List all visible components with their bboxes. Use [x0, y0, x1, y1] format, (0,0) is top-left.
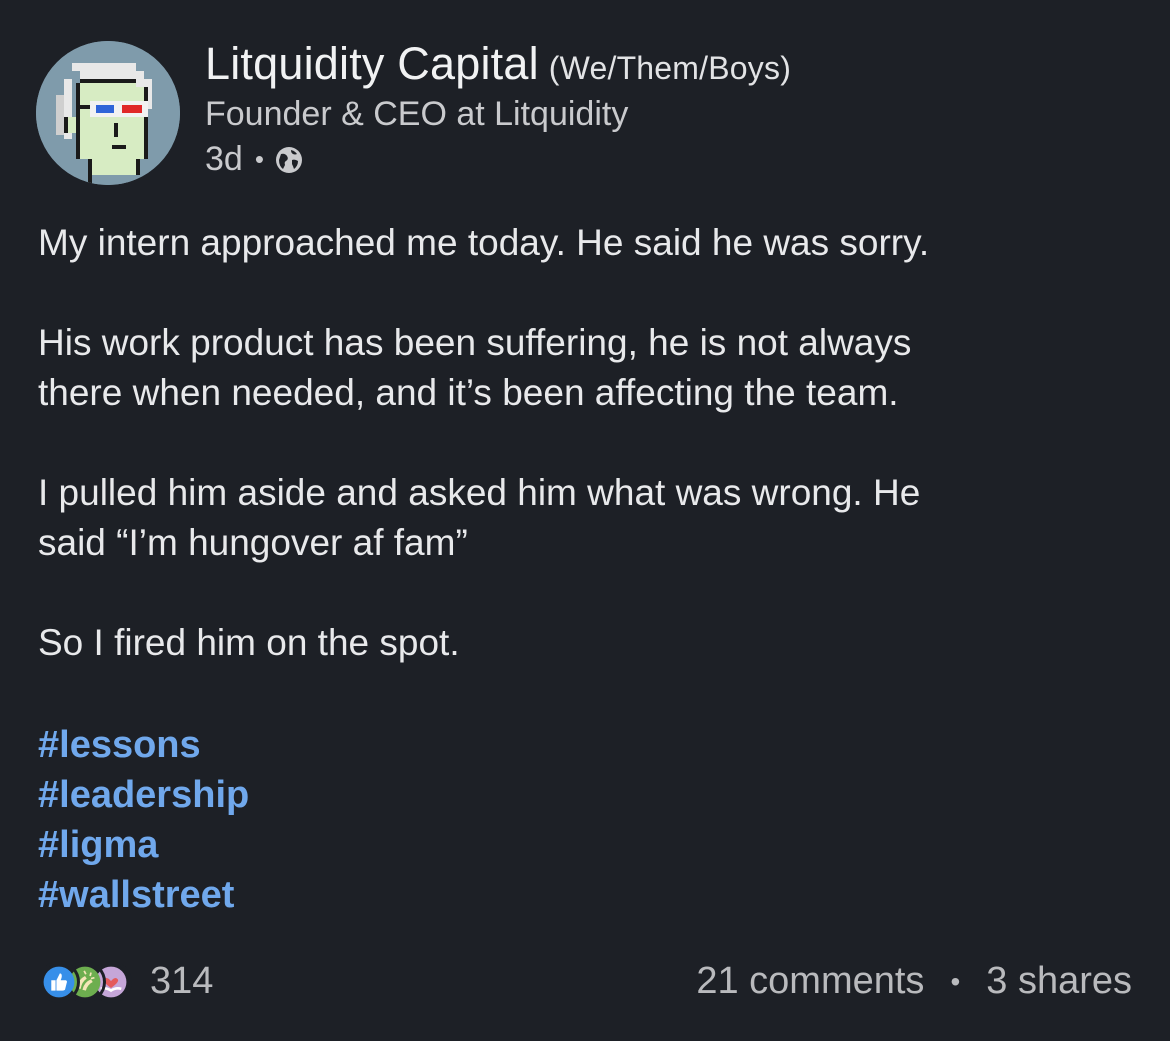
post-paragraph: I pulled him aside and asked him what wa… [38, 472, 921, 563]
feed-post: Litquidity Capital (We/Them/Boys) Founder… [0, 0, 1170, 1041]
hashtag-list: #lessons #leadership #ligma #wallstreet [38, 720, 249, 920]
hashtag-link[interactable]: #lessons [38, 720, 249, 770]
author-name[interactable]: Litquidity Capital [205, 38, 539, 89]
post-paragraph: My intern approached me today. He said h… [38, 222, 930, 263]
globe-icon [275, 146, 302, 173]
social-separator: • [950, 965, 961, 997]
author-name-line[interactable]: Litquidity Capital (We/Them/Boys) [205, 38, 791, 90]
post-meta: 3d • [205, 140, 304, 179]
social-counts: 21 comments • 3 shares [696, 960, 1132, 1003]
like-icon [38, 960, 80, 1003]
post-time: 3d [205, 140, 243, 178]
reactions-summary[interactable]: 314 [38, 960, 213, 1003]
hashtag-link[interactable]: #leadership [38, 770, 249, 820]
author-avatar[interactable] [36, 41, 180, 185]
shares-count-link[interactable]: 3 shares [986, 960, 1132, 1003]
pixel-avatar-icon [36, 41, 180, 185]
hashtag-link[interactable]: #wallstreet [38, 870, 249, 920]
hashtag-link[interactable]: #ligma [38, 820, 249, 870]
author-pronouns: (We/Them/Boys) [548, 50, 792, 86]
post-paragraph: So I fired him on the spot. [38, 622, 460, 663]
meta-separator: • [254, 144, 264, 174]
author-headline: Founder & CEO at Litquidity [205, 95, 629, 133]
reaction-count: 314 [150, 960, 214, 1002]
comments-count-link[interactable]: 21 comments [696, 960, 924, 1003]
post-body: My intern approached me today. He said h… [38, 218, 1138, 718]
post-paragraph: His work product has been suffering, he … [38, 322, 912, 413]
